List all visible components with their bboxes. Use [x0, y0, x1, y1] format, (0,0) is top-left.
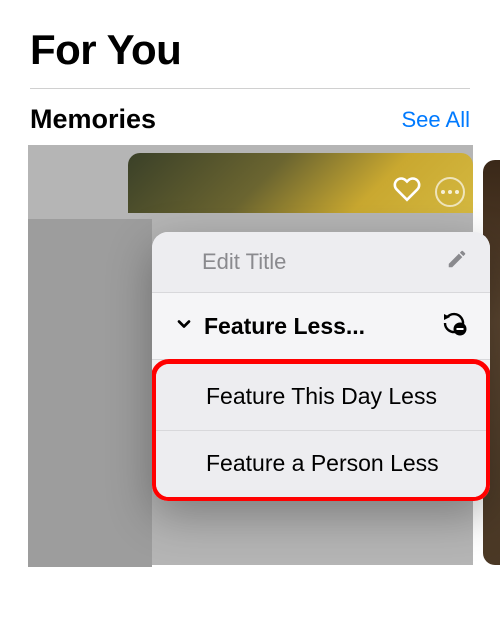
section-header: Memories See All [0, 89, 500, 145]
feature-day-less-row[interactable]: Feature This Day Less [156, 364, 486, 431]
context-menu: Edit Title Feature Less... Feature This … [152, 232, 490, 501]
feature-less-row[interactable]: Feature Less... [152, 293, 490, 360]
edit-title-row[interactable]: Edit Title [152, 232, 490, 293]
memories-heading: Memories [30, 104, 156, 135]
heart-icon[interactable] [393, 175, 421, 208]
card-actions [393, 175, 465, 208]
feature-less-label: Feature Less... [204, 313, 430, 340]
memory-card-photo [128, 153, 473, 213]
highlighted-submenu: Feature This Day Less Feature a Person L… [152, 359, 490, 501]
chevron-down-icon [174, 313, 194, 340]
pencil-icon [446, 248, 468, 276]
see-all-link[interactable]: See All [402, 107, 471, 133]
more-icon[interactable] [435, 177, 465, 207]
edit-title-label: Edit Title [174, 249, 446, 275]
page-title: For You [0, 0, 500, 88]
cycle-minus-icon [440, 309, 468, 343]
feature-person-less-label: Feature a Person Less [206, 449, 439, 479]
card-shadow [28, 219, 152, 567]
feature-person-less-row[interactable]: Feature a Person Less [156, 431, 486, 497]
feature-day-less-label: Feature This Day Less [206, 382, 437, 412]
